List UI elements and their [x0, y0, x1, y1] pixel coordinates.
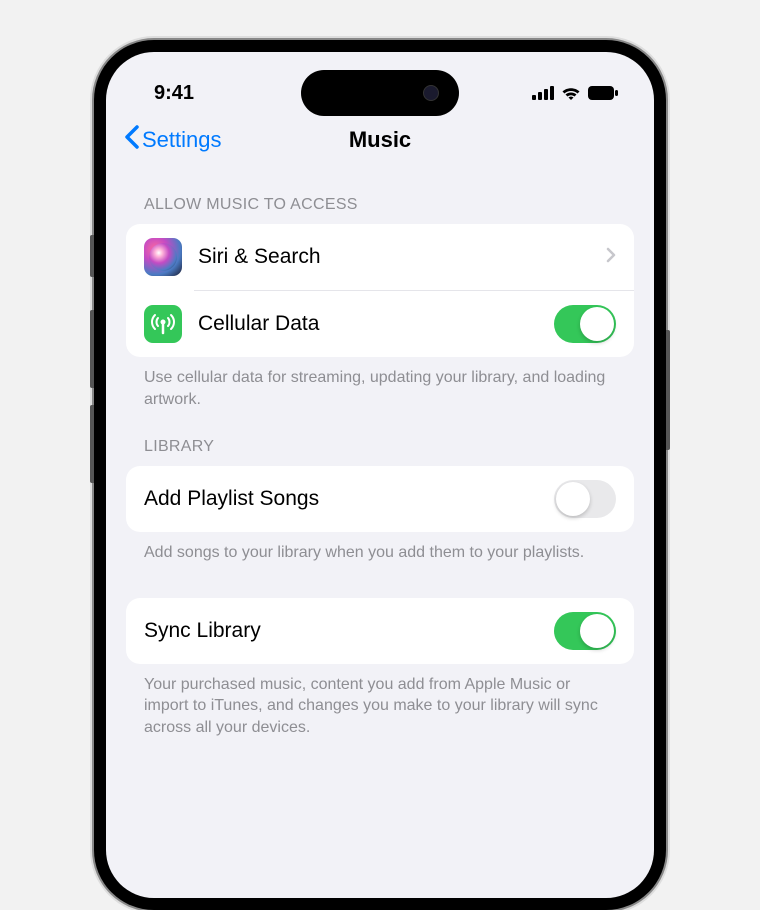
- library-section-header: LIBRARY: [126, 410, 634, 466]
- sync-library-row: Sync Library: [126, 598, 634, 664]
- wifi-icon: [561, 86, 581, 101]
- battery-icon: [588, 86, 618, 100]
- add-playlist-group: Add Playlist Songs: [126, 466, 634, 532]
- sync-footer: Your purchased music, content you add fr…: [126, 664, 634, 739]
- siri-label: Siri & Search: [198, 245, 606, 269]
- cellular-label: Cellular Data: [198, 312, 554, 336]
- power-button: [666, 330, 670, 450]
- add-playlist-row: Add Playlist Songs: [126, 466, 634, 532]
- chevron-left-icon: [124, 124, 140, 156]
- phone-frame: 9:41: [94, 40, 666, 910]
- chevron-right-icon: [606, 246, 616, 269]
- sync-label: Sync Library: [144, 619, 554, 643]
- page-title: Music: [349, 127, 411, 153]
- sync-library-group: Sync Library: [126, 598, 634, 664]
- add-playlist-toggle[interactable]: [554, 480, 616, 518]
- cellular-data-row: Cellular Data: [126, 291, 634, 357]
- settings-content: ALLOW MUSIC TO ACCESS Siri & Search: [106, 168, 654, 739]
- access-section-header: ALLOW MUSIC TO ACCESS: [126, 168, 634, 224]
- mute-switch: [90, 235, 94, 277]
- back-label: Settings: [142, 127, 222, 153]
- navigation-bar: Settings Music: [106, 116, 654, 168]
- access-section-group: Siri & Search: [126, 224, 634, 357]
- cellular-signal-icon: [532, 86, 554, 100]
- sync-library-toggle[interactable]: [554, 612, 616, 650]
- cellular-toggle[interactable]: [554, 305, 616, 343]
- add-playlist-label: Add Playlist Songs: [144, 487, 554, 511]
- back-button[interactable]: Settings: [124, 124, 222, 156]
- dynamic-island: [301, 70, 459, 116]
- cellular-footer: Use cellular data for streaming, updatin…: [126, 357, 634, 410]
- volume-down-button: [90, 405, 94, 483]
- siri-search-row[interactable]: Siri & Search: [126, 224, 634, 290]
- cellular-data-icon: [144, 305, 182, 343]
- volume-up-button: [90, 310, 94, 388]
- camera-dot: [423, 85, 439, 101]
- status-time: 9:41: [154, 82, 194, 105]
- add-playlist-footer: Add songs to your library when you add t…: [126, 532, 634, 564]
- phone-screen: 9:41: [106, 52, 654, 898]
- siri-icon: [144, 238, 182, 276]
- status-indicators: [532, 86, 618, 101]
